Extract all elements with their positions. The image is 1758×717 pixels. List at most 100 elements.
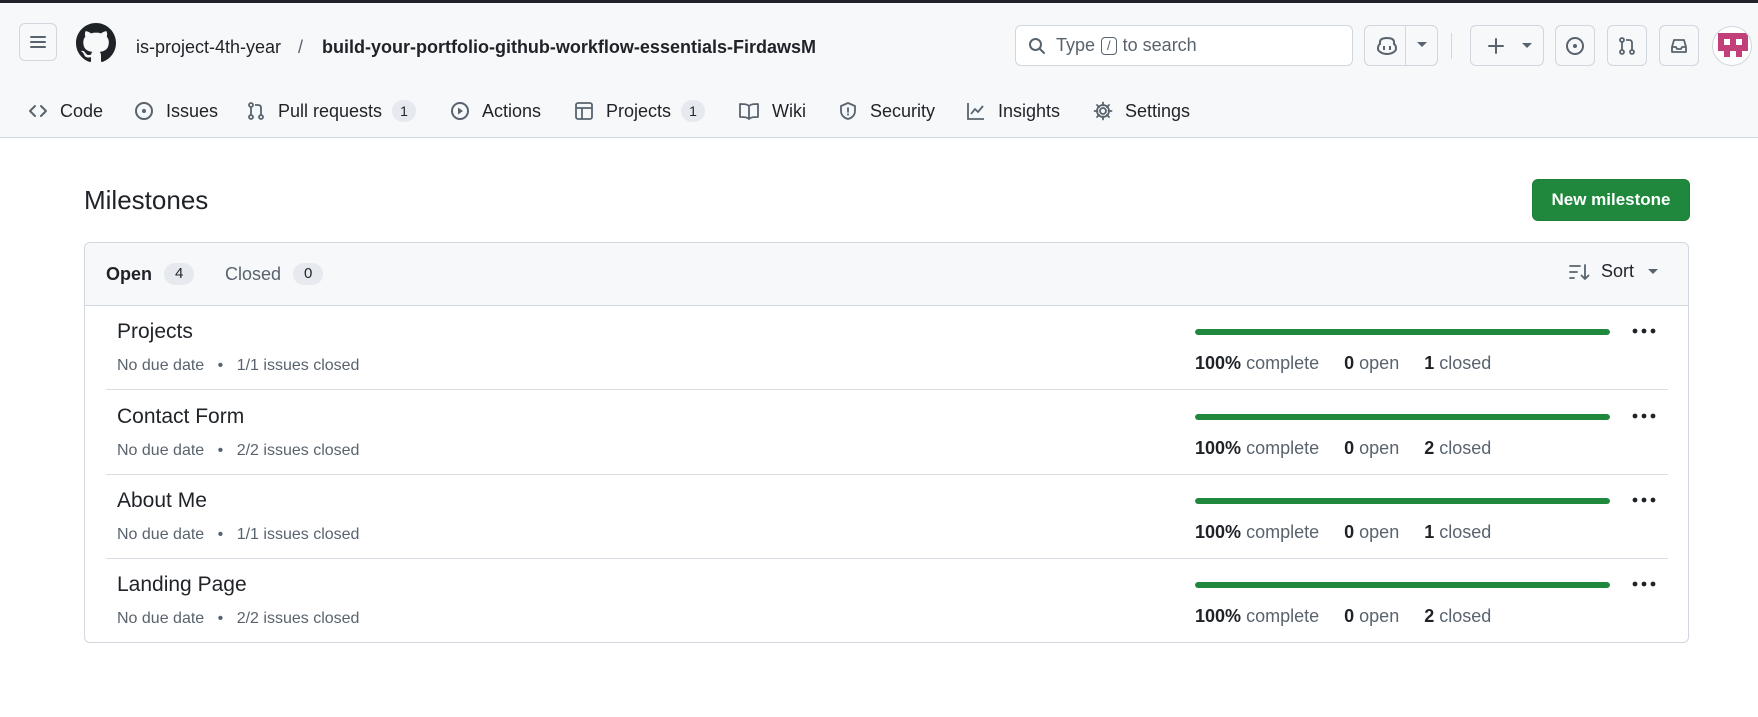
progress-fill	[1195, 414, 1610, 420]
inbox-icon[interactable]	[1659, 25, 1699, 66]
tab-actions[interactable]: Actions	[450, 91, 541, 131]
milestone-row: Contact Form No due date • 2/2 issues cl…	[106, 390, 1668, 475]
kebab-horizontal-icon[interactable]	[1629, 572, 1659, 596]
milestone-due: No due date	[117, 357, 205, 374]
tab-projects[interactable]: Projects 1	[574, 91, 706, 131]
search-suffix: to search	[1122, 35, 1197, 55]
sort-desc-icon	[1569, 263, 1591, 281]
milestone-meta: No due date • 1/1 issues closed	[117, 525, 359, 545]
breadcrumb-repo[interactable]: build-your-portfolio-github-workflow-ess…	[322, 35, 816, 59]
filter-closed-count: 0	[293, 263, 324, 285]
code-icon	[28, 101, 48, 121]
complete-label: complete	[1246, 522, 1320, 542]
tab-security[interactable]: Security	[838, 91, 935, 131]
milestone-progress-bar	[1195, 498, 1610, 504]
progress-fill	[1195, 498, 1610, 504]
progress-fill	[1195, 329, 1610, 335]
tab-code[interactable]: Code	[28, 91, 103, 131]
kebab-horizontal-icon[interactable]	[1629, 488, 1659, 512]
open-count: 0	[1344, 438, 1355, 458]
milestone-title[interactable]: About Me	[117, 488, 207, 514]
play-icon	[450, 101, 470, 121]
milestone-issues-closed: 1/1 issues closed	[236, 357, 360, 374]
graph-icon	[966, 101, 986, 121]
chevron-down-icon[interactable]	[1416, 41, 1428, 49]
kebab-horizontal-icon[interactable]	[1629, 404, 1659, 428]
closed-count: 1	[1424, 522, 1435, 542]
filter-open-label: Open	[106, 264, 153, 284]
closed-count: 2	[1424, 438, 1435, 458]
hamburger-icon[interactable]	[19, 23, 57, 61]
gear-icon	[1093, 101, 1113, 121]
tab-label: Security	[870, 100, 936, 121]
milestone-stats: 100% complete 0 open 1 closed	[1195, 351, 1491, 375]
copilot-icon	[1376, 36, 1398, 56]
milestone-progress-bar	[1195, 582, 1610, 588]
projects-counter: 1	[681, 100, 706, 122]
book-icon	[738, 101, 760, 121]
tab-label: Wiki	[772, 100, 806, 121]
tab-label: Code	[60, 100, 104, 121]
milestone-due: No due date	[117, 610, 205, 627]
tab-settings[interactable]: Settings	[1093, 91, 1190, 131]
new-milestone-button[interactable]: New milestone	[1532, 179, 1690, 221]
milestone-meta: No due date • 2/2 issues closed	[117, 609, 359, 629]
meta-bullet: •	[217, 357, 224, 374]
page-title: Milestones	[84, 185, 209, 215]
milestone-issues-closed: 2/2 issues closed	[236, 442, 360, 459]
milestone-title[interactable]: Landing Page	[117, 572, 247, 598]
closed-count: 1	[1424, 353, 1435, 373]
milestone-issues-closed: 1/1 issues closed	[236, 526, 360, 543]
tab-label: Issues	[166, 100, 219, 121]
open-label: open	[1359, 438, 1400, 458]
table-icon	[574, 101, 594, 121]
header-divider	[1451, 33, 1452, 59]
git-pull-request-icon	[246, 101, 266, 121]
create-new-button[interactable]	[1470, 25, 1544, 66]
complete-label: complete	[1246, 438, 1320, 458]
open-label: open	[1359, 353, 1400, 373]
tab-insights[interactable]: Insights	[966, 91, 1060, 131]
filter-closed[interactable]: Closed 0	[225, 261, 324, 287]
tab-pull-requests[interactable]: Pull requests 1	[246, 91, 417, 131]
open-count: 0	[1344, 353, 1355, 373]
search-prefix: Type	[1056, 35, 1096, 55]
git-pull-request-icon[interactable]	[1607, 25, 1647, 66]
sort-label: Sort	[1601, 261, 1635, 281]
milestone-stats: 100% complete 0 open 1 closed	[1195, 520, 1491, 544]
meta-bullet: •	[217, 526, 224, 543]
avatar[interactable]	[1712, 26, 1752, 66]
filter-open[interactable]: Open 4	[106, 261, 195, 287]
tab-label: Settings	[1125, 100, 1191, 121]
search-shortcut-key: /	[1101, 36, 1117, 55]
milestone-progress-bar	[1195, 414, 1610, 420]
search-input[interactable]: Type / to search	[1015, 25, 1353, 66]
plus-icon	[1488, 37, 1504, 54]
complete-label: complete	[1246, 606, 1320, 626]
kebab-horizontal-icon[interactable]	[1629, 319, 1659, 343]
sort-button[interactable]: Sort	[1569, 261, 1659, 282]
percent-complete: 100%	[1195, 353, 1242, 373]
github-mark-icon[interactable]	[76, 23, 116, 63]
milestone-meta: No due date • 1/1 issues closed	[117, 356, 359, 376]
milestone-issues-closed: 2/2 issues closed	[236, 610, 360, 627]
tab-label: Actions	[482, 100, 542, 121]
chevron-down-icon	[1647, 268, 1659, 276]
tab-issues[interactable]: Issues	[134, 91, 218, 131]
milestone-row: Projects No due date • 1/1 issues closed…	[106, 305, 1668, 390]
percent-complete: 100%	[1195, 522, 1242, 542]
percent-complete: 100%	[1195, 438, 1242, 458]
copilot-button[interactable]	[1364, 25, 1438, 66]
tab-label: Insights	[998, 100, 1061, 121]
tab-wiki[interactable]: Wiki	[738, 91, 806, 131]
repo-header: is-project-4th-year / build-your-portfol…	[0, 3, 1758, 138]
milestone-due: No due date	[117, 442, 205, 459]
milestone-title[interactable]: Contact Form	[117, 404, 244, 430]
issue-opened-icon[interactable]	[1555, 25, 1595, 66]
breadcrumb-owner[interactable]: is-project-4th-year	[136, 35, 281, 59]
open-count: 0	[1344, 522, 1355, 542]
pull-requests-counter: 1	[392, 100, 417, 122]
closed-label: closed	[1439, 606, 1492, 626]
milestone-title[interactable]: Projects	[117, 319, 193, 345]
milestone-progress-bar	[1195, 329, 1610, 335]
